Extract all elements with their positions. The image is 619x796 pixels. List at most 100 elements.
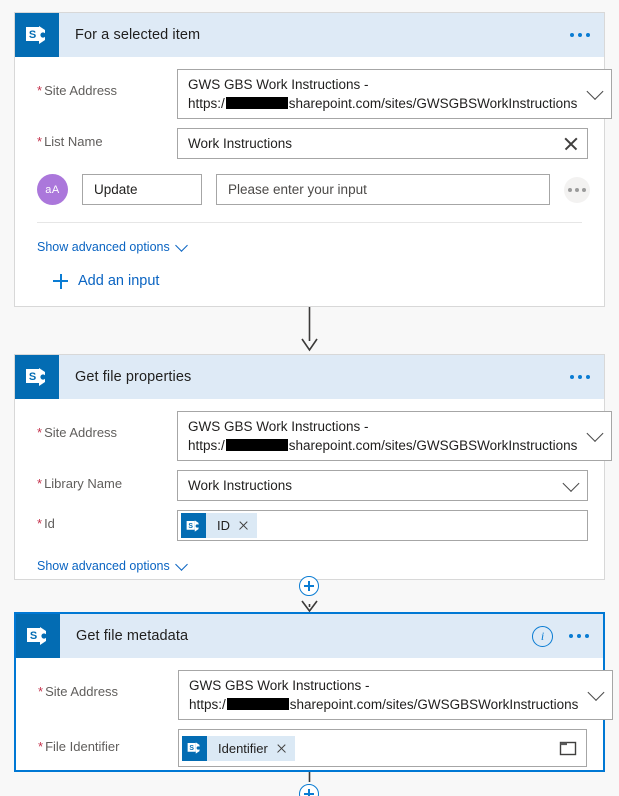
card-menu-button[interactable] bbox=[565, 628, 593, 644]
flow-card-get-file-properties[interactable]: S Get file properties * Site Address GWS … bbox=[14, 354, 613, 580]
card-header[interactable]: S Get file properties bbox=[15, 355, 604, 399]
parameter-name-input[interactable]: Update bbox=[82, 174, 202, 205]
chevron-down-icon bbox=[174, 557, 188, 571]
field-label: * Site Address bbox=[38, 684, 119, 699]
sharepoint-icon: S bbox=[15, 13, 59, 57]
library-name-input[interactable]: Work Instructions bbox=[177, 470, 588, 501]
file-identifier-input[interactable]: S Identifier bbox=[178, 729, 587, 767]
required-asterisk: * bbox=[37, 516, 43, 531]
plus-icon bbox=[53, 273, 68, 289]
required-asterisk: * bbox=[38, 739, 44, 754]
sharepoint-icon: S bbox=[16, 614, 60, 658]
field-site-address: * Site Address GWS GBS Work Instructions … bbox=[15, 69, 613, 119]
site-address-line2: https:/sharepoint.com/sites/GWSGBSWorkIn… bbox=[188, 438, 578, 453]
remove-token-icon[interactable] bbox=[276, 743, 287, 754]
card-header[interactable]: S Get file metadata i bbox=[16, 614, 603, 658]
show-advanced-options-link[interactable]: Show advanced options bbox=[15, 238, 188, 254]
required-asterisk: * bbox=[37, 134, 43, 149]
parameter-value-input[interactable]: Please enter your input bbox=[216, 174, 550, 205]
card-header-actions: i bbox=[532, 614, 593, 658]
field-site-address: * Site Address GWS GBS Work Instructions … bbox=[16, 670, 614, 720]
site-address-line1: GWS GBS Work Instructions - bbox=[188, 419, 369, 434]
input-parameter-row: aA Update Please enter your input bbox=[15, 174, 604, 205]
add-input-row: Add an input bbox=[15, 273, 604, 294]
parameter-menu-button[interactable] bbox=[564, 176, 590, 203]
required-asterisk: * bbox=[38, 684, 44, 699]
field-label: * File Identifier bbox=[38, 739, 120, 754]
redacted-tenant bbox=[226, 698, 289, 710]
divider bbox=[37, 222, 582, 223]
id-input[interactable]: S ID bbox=[177, 510, 588, 541]
text-input-type-icon: aA bbox=[37, 174, 68, 205]
field-control: S Identifier bbox=[178, 729, 587, 767]
field-label: * Site Address bbox=[37, 83, 118, 98]
card-menu-button[interactable] bbox=[566, 27, 594, 43]
advanced-options-label: Show advanced options bbox=[37, 240, 170, 254]
field-control: S ID bbox=[177, 510, 588, 541]
redacted-tenant bbox=[225, 439, 288, 451]
token-label: ID bbox=[217, 518, 230, 533]
field-control: GWS GBS Work Instructions - https:/share… bbox=[177, 69, 613, 119]
flow-card-trigger[interactable]: S For a selected item * Site Address GWS … bbox=[14, 12, 613, 307]
site-address-line2: https:/sharepoint.com/sites/GWSGBSWorkIn… bbox=[188, 96, 578, 111]
insert-step-button-2[interactable] bbox=[299, 784, 319, 796]
field-site-address: * Site Address GWS GBS Work Instructions … bbox=[15, 411, 613, 461]
card-header-actions bbox=[566, 355, 594, 399]
field-id: * Id S ID bbox=[15, 510, 604, 541]
field-label: * Library Name bbox=[37, 476, 123, 491]
card-menu-button[interactable] bbox=[566, 369, 594, 385]
required-asterisk: * bbox=[37, 425, 43, 440]
field-control: GWS GBS Work Instructions - https:/share… bbox=[178, 670, 614, 720]
dynamic-content-token[interactable]: S Identifier bbox=[182, 735, 295, 761]
field-file-identifier: * File Identifier S Identifier bbox=[16, 729, 603, 767]
required-asterisk: * bbox=[37, 83, 43, 98]
chevron-down-icon[interactable] bbox=[586, 425, 604, 442]
info-icon[interactable]: i bbox=[532, 625, 553, 647]
field-control: GWS GBS Work Instructions - https:/share… bbox=[177, 411, 613, 461]
remove-token-icon[interactable] bbox=[238, 520, 249, 531]
close-icon[interactable] bbox=[563, 136, 579, 152]
chevron-down-icon[interactable] bbox=[562, 474, 580, 492]
chevron-down-icon[interactable] bbox=[586, 83, 604, 100]
svg-text:S: S bbox=[30, 630, 37, 642]
add-input-label: Add an input bbox=[78, 273, 160, 289]
advanced-options-row: Show advanced options bbox=[15, 238, 604, 256]
field-list-name: * List Name Work Instructions bbox=[15, 128, 604, 159]
site-address-line2: https:/sharepoint.com/sites/GWSGBSWorkIn… bbox=[189, 697, 579, 712]
svg-text:S: S bbox=[189, 745, 194, 752]
required-asterisk: * bbox=[37, 476, 43, 491]
token-label: Identifier bbox=[218, 740, 268, 756]
card-header-actions bbox=[566, 13, 594, 57]
card-title: For a selected item bbox=[75, 27, 201, 43]
card-body: * Site Address GWS GBS Work Instructions … bbox=[15, 411, 613, 575]
field-library-name: * Library Name Work Instructions bbox=[15, 470, 604, 501]
connector-arrow-1 bbox=[0, 307, 619, 352]
add-input-button[interactable]: Add an input bbox=[15, 273, 159, 289]
field-label: * Id bbox=[37, 516, 55, 531]
dynamic-content-token[interactable]: S ID bbox=[181, 513, 257, 538]
sharepoint-icon: S bbox=[182, 735, 207, 761]
svg-text:S: S bbox=[188, 522, 193, 529]
field-control: Work Instructions bbox=[177, 128, 588, 159]
list-name-value: Work Instructions bbox=[188, 136, 293, 151]
field-label: * List Name bbox=[37, 134, 103, 149]
chevron-down-icon[interactable] bbox=[587, 684, 605, 701]
card-body: * Site Address GWS GBS Work Instructions … bbox=[16, 670, 614, 767]
site-address-input[interactable]: GWS GBS Work Instructions - https:/share… bbox=[177, 69, 613, 119]
insert-step-button-1[interactable] bbox=[299, 576, 319, 596]
site-address-input[interactable]: GWS GBS Work Instructions - https:/share… bbox=[178, 670, 614, 720]
file-picker-icon[interactable] bbox=[559, 740, 577, 756]
card-title: Get file metadata bbox=[76, 628, 189, 644]
site-address-line1: GWS GBS Work Instructions - bbox=[188, 77, 369, 92]
library-name-value: Work Instructions bbox=[188, 478, 293, 493]
flow-designer-canvas: S For a selected item * Site Address GWS … bbox=[0, 0, 619, 796]
flow-card-get-file-metadata[interactable]: S Get file metadata i * Site Address GWS … bbox=[14, 612, 614, 772]
site-address-input[interactable]: GWS GBS Work Instructions - https:/share… bbox=[177, 411, 613, 461]
advanced-options-label: Show advanced options bbox=[37, 559, 170, 573]
list-name-input[interactable]: Work Instructions bbox=[177, 128, 588, 159]
card-title: Get file properties bbox=[75, 369, 192, 385]
redacted-tenant bbox=[225, 97, 288, 109]
card-header[interactable]: S For a selected item bbox=[15, 13, 604, 57]
show-advanced-options-link[interactable]: Show advanced options bbox=[15, 557, 188, 573]
chevron-down-icon bbox=[174, 238, 188, 252]
